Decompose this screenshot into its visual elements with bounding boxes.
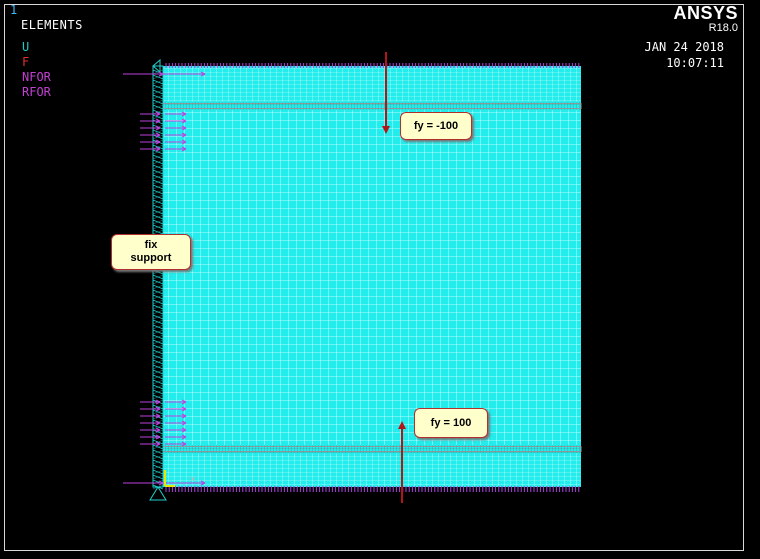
mesh-plate[interactable] — [163, 66, 581, 487]
bottom-fine-band — [163, 452, 581, 486]
top-fine-band — [163, 68, 581, 104]
svg-text:×: × — [190, 474, 196, 485]
top-force-text: fy = -100 — [413, 119, 459, 132]
bottom-force-text: fy = 100 — [430, 416, 472, 429]
bottom-force-label: fy = 100 — [414, 408, 488, 438]
fix-support-line1: fix — [144, 239, 158, 251]
fix-support-line2: support — [130, 252, 172, 264]
top-force-label: fy = -100 — [400, 112, 472, 140]
fix-support-label: fix support — [111, 234, 191, 270]
model-viewport[interactable]: × — [0, 0, 760, 559]
